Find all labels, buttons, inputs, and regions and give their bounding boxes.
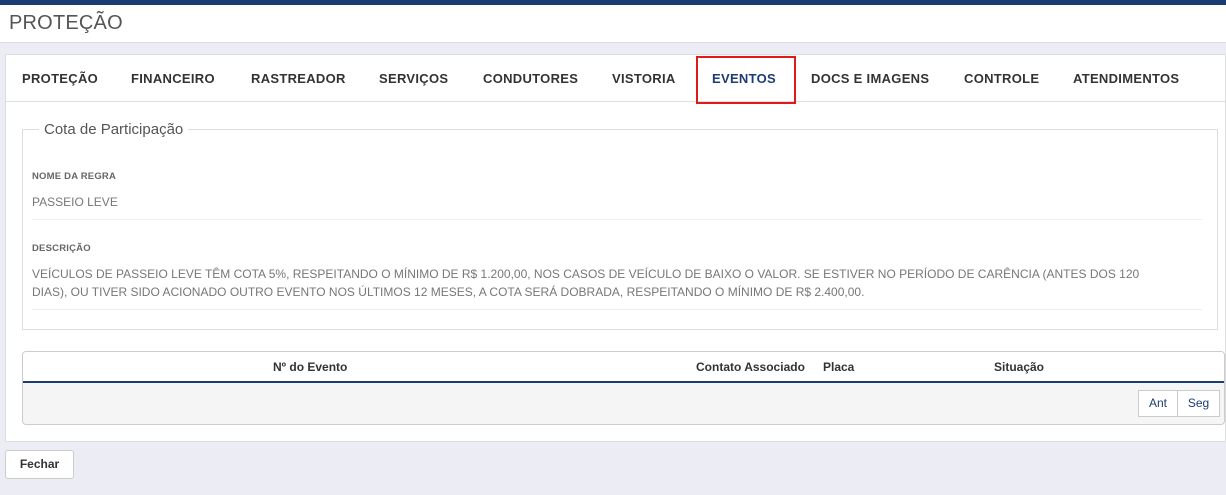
col-numero-evento[interactable]: Nº do Evento: [273, 360, 347, 374]
descricao-label: DESCRIÇÃO: [32, 243, 91, 254]
page-title: PROTEÇÃO: [9, 12, 123, 34]
tab-rastreador[interactable]: RASTREADOR: [251, 71, 346, 86]
tab-servicos[interactable]: SERVIÇOS: [379, 71, 448, 86]
nome-regra-value: PASSEIO LEVE: [32, 195, 118, 209]
page-header: PROTEÇÃO: [0, 5, 1226, 43]
prev-page-button[interactable]: Ant: [1138, 390, 1178, 417]
close-button[interactable]: Fechar: [5, 450, 74, 479]
field-separator: [32, 309, 1202, 310]
tab-controle[interactable]: CONTROLE: [964, 71, 1039, 86]
tab-vistoria[interactable]: VISTORIA: [612, 71, 676, 86]
tab-atendimentos[interactable]: ATENDIMENTOS: [1073, 71, 1179, 86]
tab-bar: PROTEÇÃO FINANCEIRO RASTREADOR SERVIÇOS …: [6, 55, 1226, 104]
next-page-button[interactable]: Seg: [1177, 390, 1220, 417]
nome-regra-label: NOME DA REGRA: [32, 171, 117, 182]
col-placa[interactable]: Placa: [823, 360, 854, 374]
tab-docs-e-imagens[interactable]: DOCS E IMAGENS: [811, 71, 929, 86]
field-separator: [32, 219, 1202, 220]
tab-financeiro[interactable]: FINANCEIRO: [131, 71, 215, 86]
tab-protecao[interactable]: PROTEÇÃO: [22, 71, 98, 86]
cota-legend: Cota de Participação: [44, 121, 184, 138]
descricao-line-2: DIAS), OU TIVER SIDO ACIONADO OUTRO EVEN…: [32, 285, 865, 299]
eventos-grid: Nº do Evento Contato Associado Placa Sit…: [22, 351, 1225, 425]
grid-header: Nº do Evento Contato Associado Placa Sit…: [23, 352, 1224, 383]
main-panel: PROTEÇÃO FINANCEIRO RASTREADOR SERVIÇOS …: [5, 54, 1226, 442]
col-situacao[interactable]: Situação: [994, 360, 1044, 374]
col-contato-associado[interactable]: Contato Associado: [696, 360, 805, 374]
descricao-line-1: VEÍCULOS DE PASSEIO LEVE TÊM COTA 5%, RE…: [32, 267, 1140, 281]
tab-eventos[interactable]: EVENTOS: [712, 71, 776, 86]
tab-condutores[interactable]: CONDUTORES: [483, 71, 578, 86]
